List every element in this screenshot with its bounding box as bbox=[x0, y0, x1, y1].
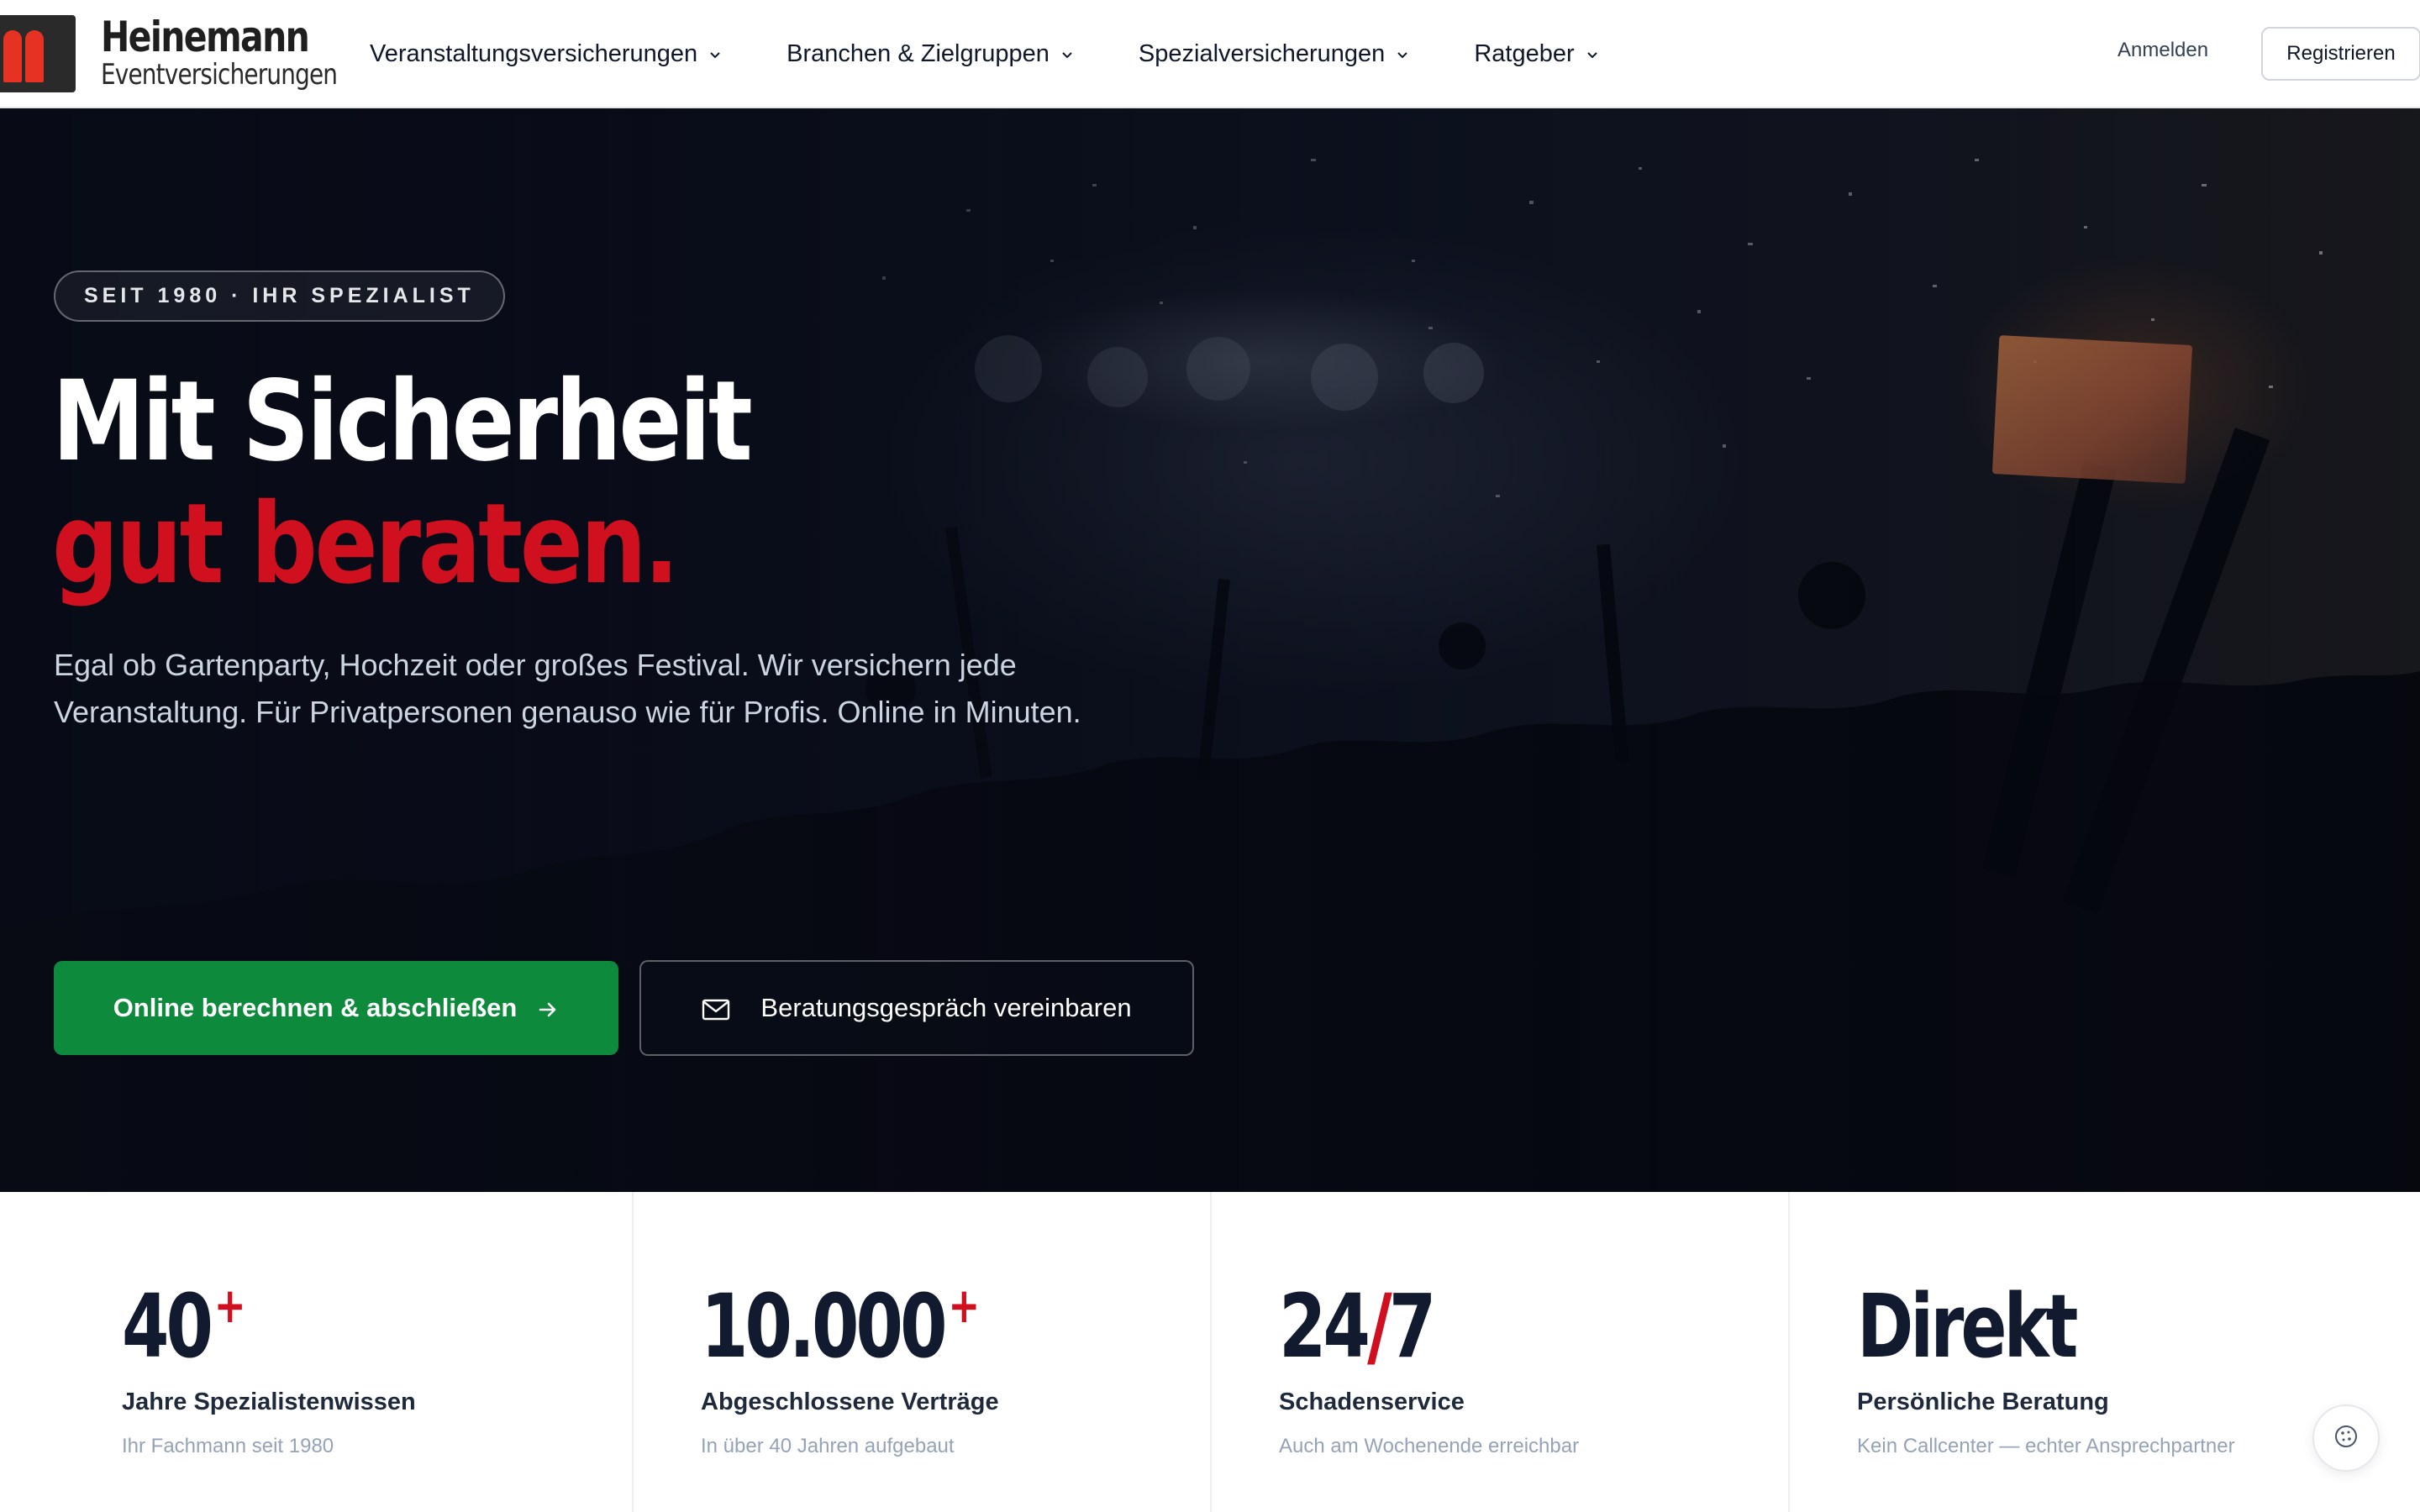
nav-item-label: Veranstaltungsversicherungen bbox=[370, 40, 698, 67]
stat-label: Jahre Spezialistenwissen bbox=[122, 1389, 416, 1415]
hero-lead: Egal ob Gartenparty, Hochzeit oder große… bbox=[54, 648, 1081, 729]
button-label: Beratungsgespräch vereinbaren bbox=[760, 993, 1132, 1022]
chevron-down-icon bbox=[1060, 47, 1075, 62]
slash-mark: / bbox=[1367, 1275, 1392, 1378]
mail-icon bbox=[702, 997, 730, 1021]
stat-note: In über 40 Jahren aufgebaut bbox=[701, 1435, 955, 1457]
stat-label: Schadenservice bbox=[1279, 1389, 1465, 1415]
hero-badge: SEIT 1980 · IHR SPEZIALIST bbox=[54, 270, 505, 322]
stat-value: Direkt bbox=[1857, 1275, 2078, 1378]
cookie-settings-button[interactable] bbox=[2312, 1404, 2380, 1472]
chevron-down-icon bbox=[1395, 47, 1410, 62]
main-nav: Veranstaltungsversicherungen Branchen & … bbox=[370, 0, 1664, 108]
book-consultation-button[interactable]: Beratungsgespräch vereinbaren bbox=[639, 960, 1194, 1056]
brand-logo[interactable]: Heinemann Eventversicherungen bbox=[0, 15, 389, 92]
nav-item-label: Branchen & Zielgruppen bbox=[786, 40, 1050, 67]
stat-value: 40+ bbox=[122, 1275, 246, 1378]
nav-item-veranstaltungsversicherungen[interactable]: Veranstaltungsversicherungen bbox=[370, 40, 723, 68]
logo-subtitle: Eventversicherungen bbox=[101, 58, 338, 92]
logo-name: Heinemann bbox=[101, 13, 310, 61]
stat-note: Auch am Wochenende erreichbar bbox=[1279, 1435, 1580, 1457]
chevron-down-icon bbox=[1585, 47, 1600, 62]
stat-value: 10.000+ bbox=[701, 1275, 980, 1378]
stat-label: Abgeschlossene Verträge bbox=[701, 1389, 999, 1415]
stat-card: 10.000+ Abgeschlossene Verträge In über … bbox=[634, 1192, 1212, 1512]
plus-mark: + bbox=[948, 1277, 980, 1334]
stat-note: Kein Callcenter — echter Ansprechpartner bbox=[1857, 1435, 2235, 1457]
nav-item-ratgeber[interactable]: Ratgeber bbox=[1474, 40, 1599, 68]
headline-line1: Mit Sicherheit bbox=[52, 357, 753, 486]
hero-headline: Mit Sicherheit gut beraten. bbox=[52, 357, 753, 609]
hero-section: SEIT 1980 · IHR SPEZIALIST Mit Sicherhei… bbox=[0, 108, 2420, 1192]
logo-mark-icon bbox=[0, 15, 76, 92]
button-label: Online berechnen & abschließen bbox=[113, 993, 518, 1022]
stats-section: 40+ Jahre Spezialistenwissen Ihr Fachman… bbox=[0, 1192, 2420, 1512]
stat-label: Persönliche Beratung bbox=[1857, 1389, 2109, 1415]
headline-line2: gut beraten. bbox=[52, 480, 679, 609]
stat-card: 24/7 Schadenservice Auch am Wochenende e… bbox=[1212, 1192, 1790, 1512]
arrow-right-icon bbox=[537, 997, 559, 1019]
nav-item-branchen[interactable]: Branchen & Zielgruppen bbox=[786, 40, 1075, 68]
stat-note: Ihr Fachmann seit 1980 bbox=[122, 1435, 334, 1457]
stat-card: 40+ Jahre Spezialistenwissen Ihr Fachman… bbox=[0, 1192, 634, 1512]
stat-value: 24/7 bbox=[1279, 1275, 1436, 1378]
plus-mark: + bbox=[213, 1277, 246, 1334]
nav-item-label: Spezialversicherungen bbox=[1138, 40, 1386, 67]
site-header: Heinemann Eventversicherungen Veranstalt… bbox=[0, 0, 2420, 108]
chevron-down-icon bbox=[708, 47, 723, 62]
nav-item-spezialversicherungen[interactable]: Spezialversicherungen bbox=[1139, 40, 1410, 68]
cookie-icon bbox=[2333, 1424, 2359, 1453]
logo-wordmark: Heinemann Eventversicherungen bbox=[101, 16, 389, 92]
nav-item-label: Ratgeber bbox=[1474, 40, 1575, 67]
calculate-online-button[interactable]: Online berechnen & abschließen bbox=[54, 961, 618, 1055]
login-link[interactable]: Anmelden bbox=[2118, 39, 2208, 62]
register-button[interactable]: Registrieren bbox=[2261, 27, 2420, 81]
